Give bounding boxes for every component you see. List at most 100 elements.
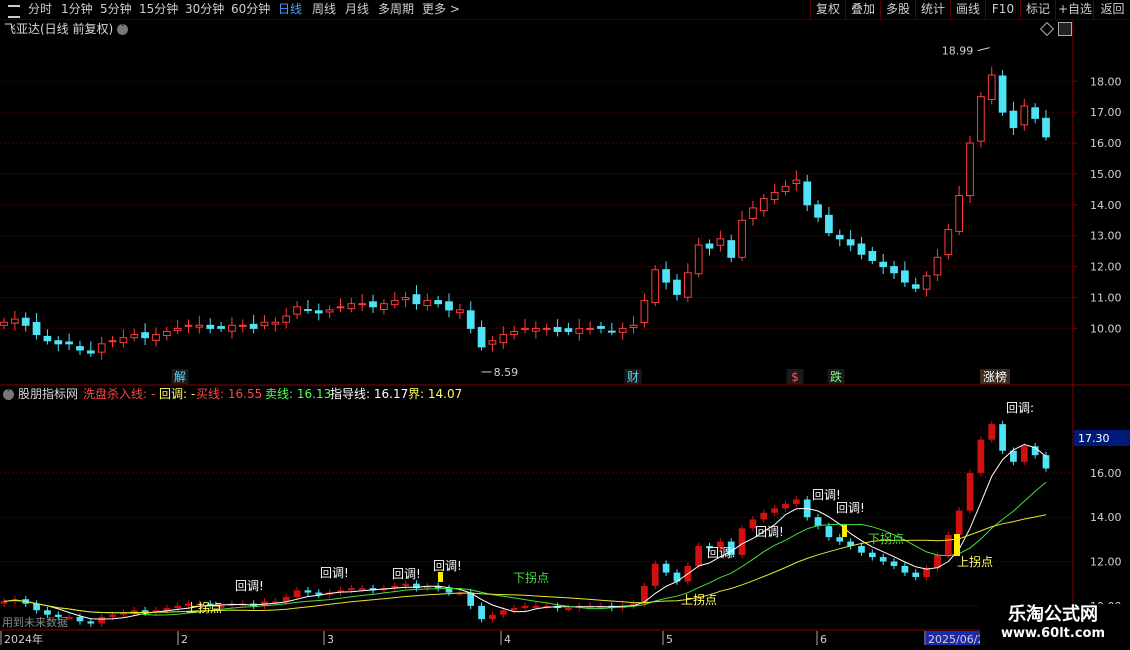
price-label: 17.00 — [1090, 106, 1122, 119]
ind-body — [792, 499, 800, 504]
ind-body — [738, 528, 746, 555]
date-label: 2 — [181, 633, 188, 646]
event-marker: 财 — [627, 370, 639, 384]
legend-item-2: 买线: 16.55 — [196, 387, 263, 401]
ind-body — [944, 534, 952, 555]
highlight-block — [842, 525, 847, 537]
ind-body — [825, 526, 833, 538]
ind-body — [33, 603, 40, 611]
candle-body — [271, 321, 280, 325]
ind-body — [651, 563, 659, 586]
candle-body — [835, 234, 844, 240]
candle-body — [727, 240, 736, 258]
candle-body — [749, 207, 757, 219]
ind-body — [988, 424, 996, 440]
ind-body — [98, 616, 106, 624]
ind-body — [76, 616, 84, 622]
ind-body — [521, 605, 529, 609]
candle-body — [531, 327, 540, 332]
candle-body — [759, 198, 768, 212]
candle-body — [966, 142, 974, 197]
candle-body — [108, 340, 117, 343]
ind-body — [0, 601, 8, 604]
date-label: 6 — [820, 633, 827, 646]
candle-body — [380, 303, 388, 311]
candle-body — [0, 321, 8, 326]
legend-item-1: 回调: - — [159, 387, 196, 401]
candle-body — [260, 321, 269, 327]
candle-body — [314, 310, 323, 314]
candle-body — [781, 185, 790, 193]
date-label: 2025/06/2 — [928, 633, 984, 646]
candle-body — [911, 284, 920, 289]
candle-body — [640, 300, 649, 324]
candle-body — [390, 300, 399, 306]
chart-canvas[interactable]: 18.00 17.00 16.00 15.00 14.00 13.00 12.00 11.00… — [0, 0, 1130, 650]
date-label: 2024年 — [4, 632, 43, 646]
callback-label: 回调! — [755, 525, 784, 539]
candle-body — [21, 317, 30, 326]
price-label: 14.00 — [1090, 199, 1122, 212]
ind-body — [868, 552, 876, 558]
candle-body — [162, 330, 171, 336]
current-value-text: 17.30 — [1078, 432, 1110, 445]
candle-body — [651, 269, 660, 303]
candle-body — [325, 309, 334, 313]
up-turn-label: 上拐点 — [957, 554, 993, 569]
legend-item-3: 卖线: 16.13 — [265, 387, 332, 401]
candle-body — [1042, 117, 1050, 138]
candle-body — [922, 275, 931, 290]
candle-body — [86, 350, 95, 354]
candle-body — [119, 337, 128, 344]
candle-body — [683, 272, 692, 298]
ind-body — [293, 590, 301, 597]
ind-body — [955, 510, 963, 535]
price-label: 13.00 — [1090, 230, 1122, 243]
candle-body — [933, 256, 942, 276]
candle-body — [890, 266, 898, 274]
candle-body — [304, 309, 312, 312]
candle-body — [857, 243, 866, 255]
candle-body — [54, 340, 63, 345]
ind-body — [814, 517, 822, 527]
candle-body — [228, 324, 236, 332]
indicator-axis-label: 16.00 — [1090, 467, 1122, 480]
ind-body — [532, 605, 540, 608]
date-label: 3 — [327, 633, 334, 646]
candle-body — [694, 244, 703, 275]
callback-label-top: 回调: — [1006, 401, 1034, 415]
price-label: 15.00 — [1090, 168, 1122, 181]
candle-body — [238, 324, 247, 327]
legend-item-5: 界: 14.07 — [408, 387, 463, 401]
candle-body — [814, 204, 822, 218]
candle-body — [662, 269, 670, 283]
callback-label: 回调! — [707, 546, 736, 560]
ind-body — [109, 614, 116, 617]
callback-label: 回调! — [235, 579, 264, 593]
candle-body — [1020, 105, 1029, 126]
candle-body — [173, 327, 182, 332]
ind-body — [912, 572, 920, 578]
ind-body — [478, 605, 485, 620]
ind-body — [641, 585, 648, 604]
candle-body — [705, 243, 714, 249]
candle-body — [770, 191, 779, 201]
candle-body — [282, 315, 291, 323]
candle-body — [477, 326, 486, 348]
candle-body — [998, 75, 1007, 113]
candle-body — [466, 310, 475, 329]
candle-body — [553, 326, 562, 332]
candle-body — [597, 326, 605, 329]
ind-body — [347, 588, 355, 591]
ind-body — [1020, 446, 1028, 462]
legend-item-0: 洗盘杀入线: - — [83, 387, 156, 401]
indicator-menu-icon[interactable]: ˅ — [3, 389, 14, 400]
candle-body — [607, 330, 616, 333]
ind-body — [760, 512, 768, 520]
ind-body — [402, 583, 409, 586]
ind-body — [565, 608, 572, 611]
indicator-axis-label: 14.00 — [1090, 511, 1122, 524]
candle-body — [369, 301, 377, 308]
ind-body — [999, 424, 1006, 451]
ind-body — [499, 610, 507, 615]
